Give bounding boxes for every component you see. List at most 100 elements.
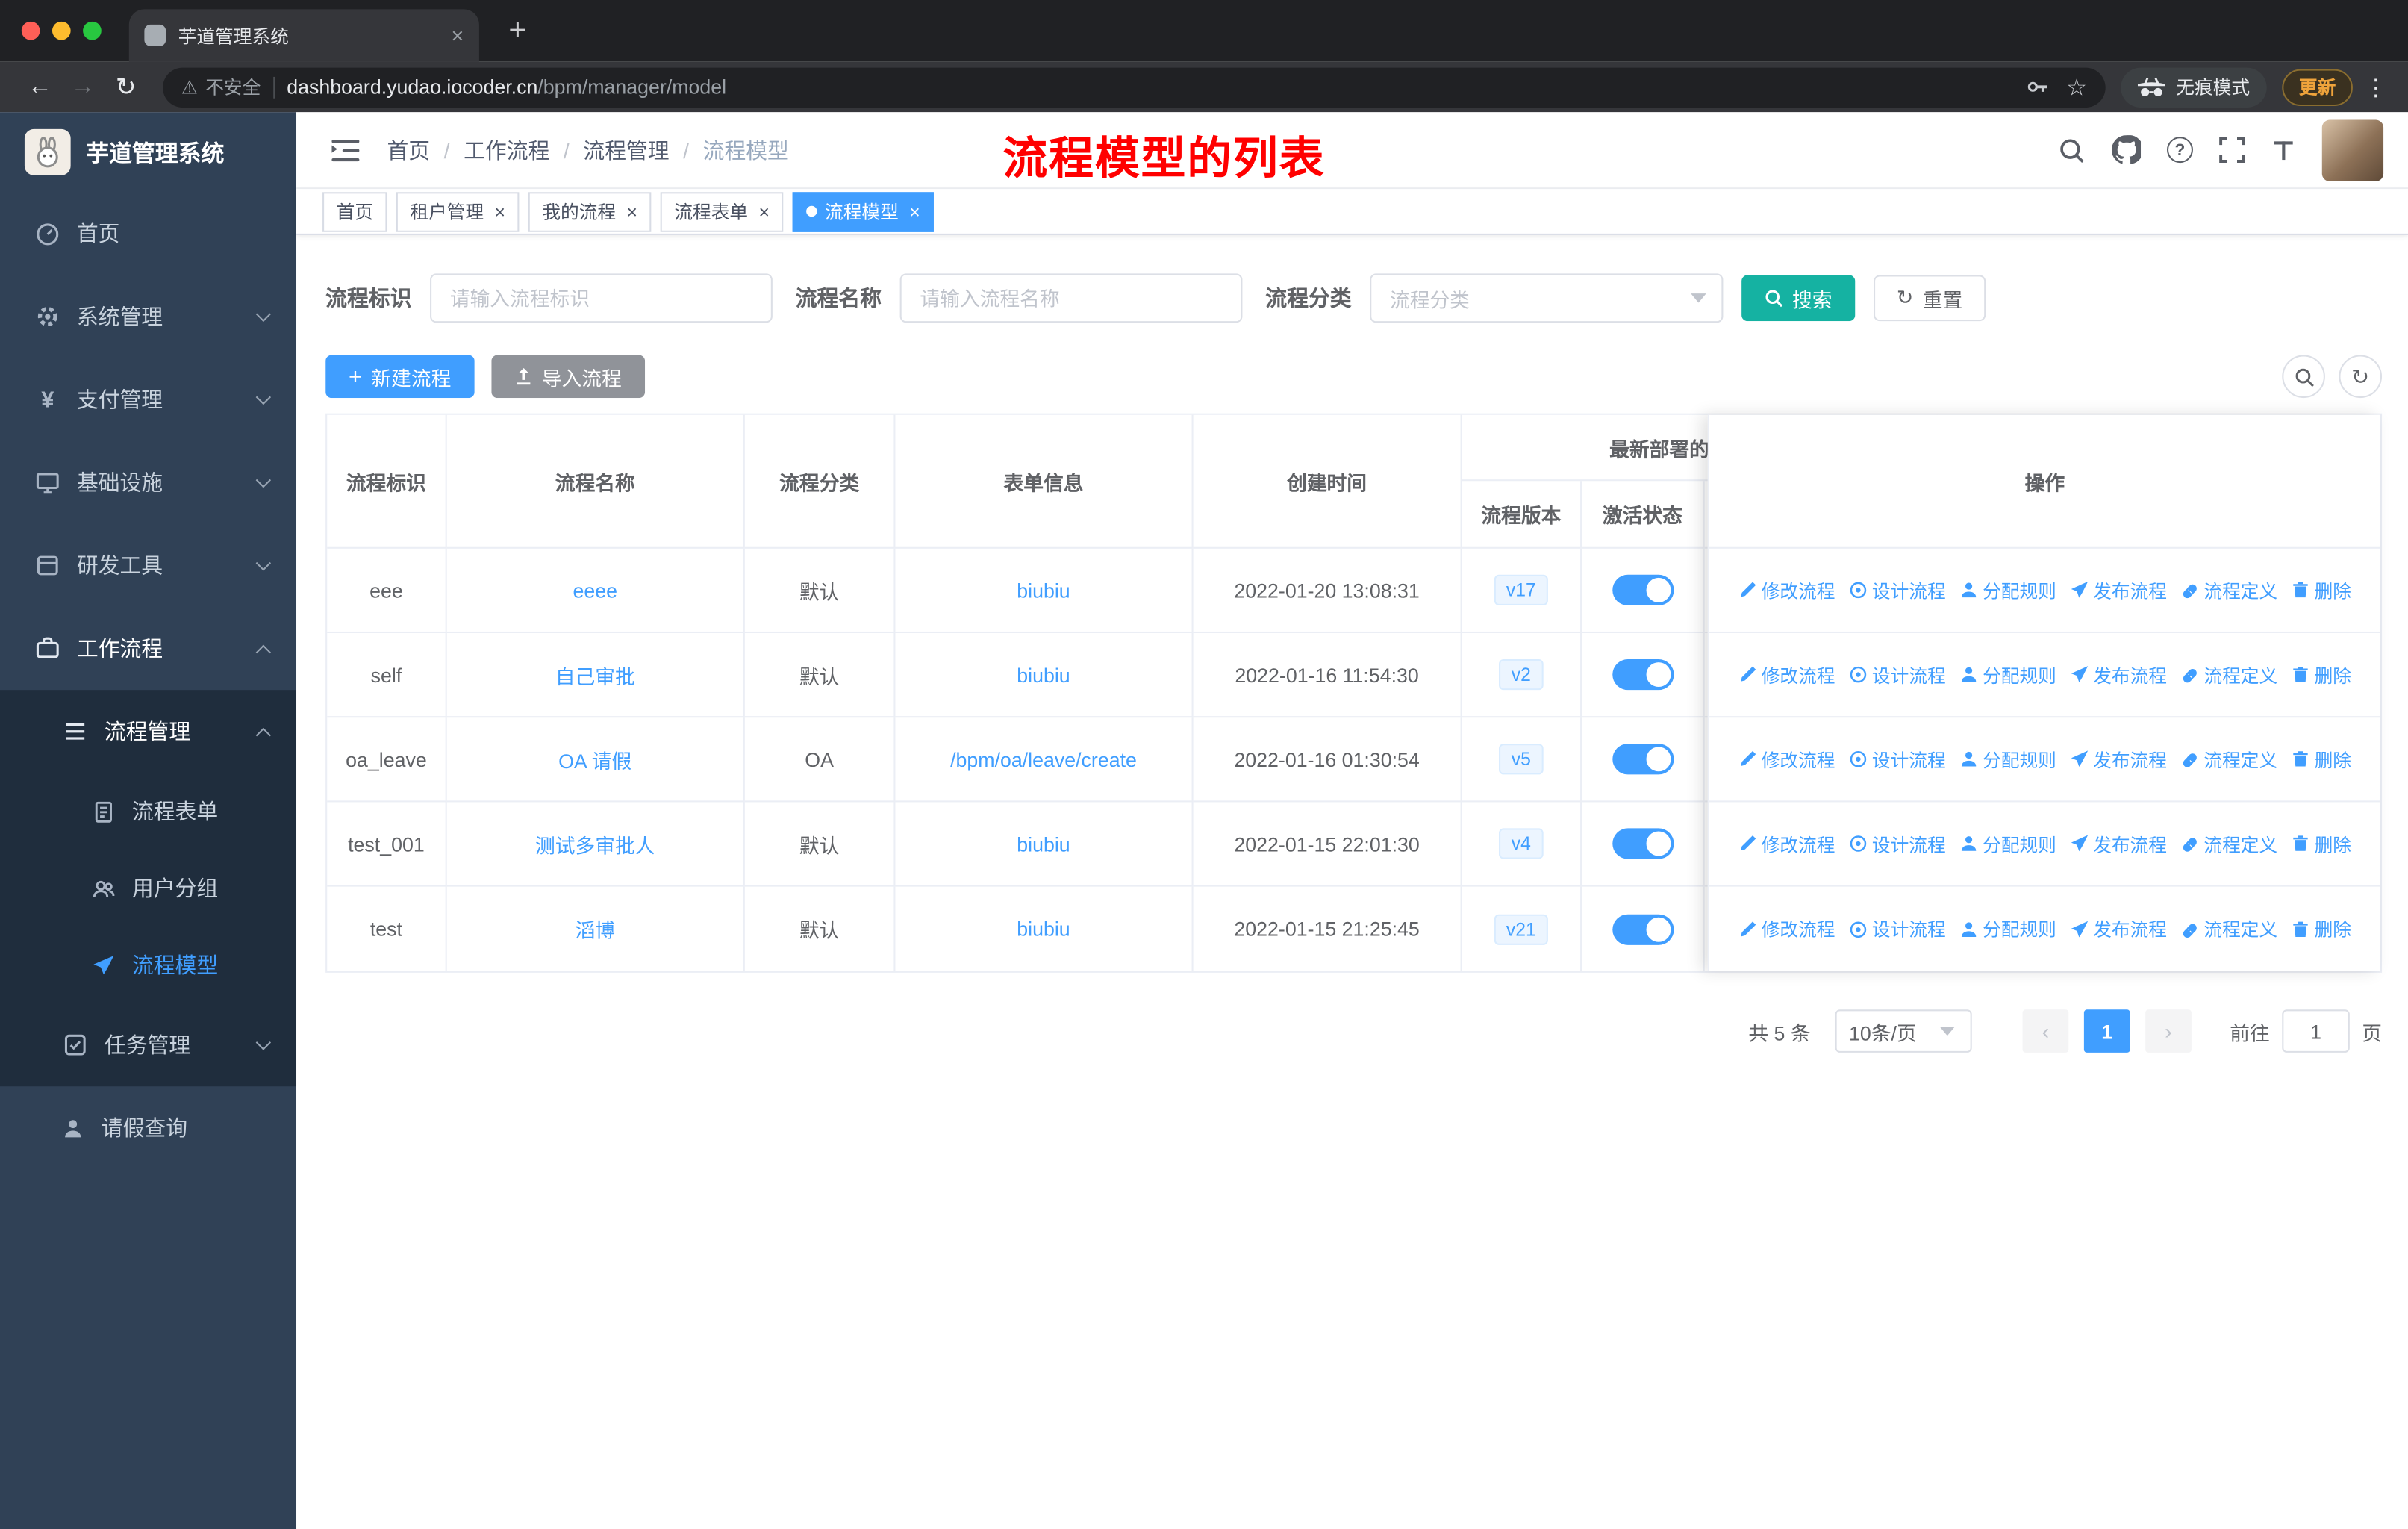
search-icon[interactable] — [2058, 136, 2086, 164]
new-tab-button[interactable]: + — [498, 13, 537, 48]
process-name-link[interactable]: 自己审批 — [555, 660, 635, 689]
process-category-select[interactable]: 流程分类 — [1370, 273, 1724, 323]
publish-process-button[interactable]: 发布流程 — [2070, 831, 2167, 857]
fullscreen-icon[interactable] — [2219, 137, 2245, 163]
process-name-link[interactable]: 滔博 — [575, 915, 615, 944]
breadcrumb-workflow[interactable]: 工作流程 — [464, 134, 549, 165]
assign-rule-button[interactable]: 分配规则 — [1959, 746, 2056, 772]
delete-process-button[interactable]: 删除 — [2292, 746, 2351, 772]
form-link[interactable]: biubiu — [1017, 832, 1070, 856]
publish-process-button[interactable]: 发布流程 — [2070, 661, 2167, 688]
process-definition-button[interactable]: 流程定义 — [2181, 577, 2277, 603]
active-toggle[interactable] — [1612, 828, 1674, 859]
delete-process-button[interactable]: 删除 — [2292, 831, 2351, 857]
process-definition-button[interactable]: 流程定义 — [2181, 661, 2277, 688]
process-name-input[interactable] — [899, 273, 1243, 323]
form-link[interactable]: /bpm/oa/leave/create — [950, 747, 1137, 770]
form-link[interactable]: biubiu — [1017, 663, 1070, 686]
goto-page-input[interactable] — [2282, 1009, 2350, 1053]
design-process-button[interactable]: 设计流程 — [1849, 916, 1946, 942]
tab-my-process[interactable]: 我的流程 × — [528, 191, 652, 231]
design-process-button[interactable]: 设计流程 — [1849, 746, 1946, 772]
publish-process-button[interactable]: 发布流程 — [2070, 577, 2167, 603]
design-process-button[interactable]: 设计流程 — [1849, 577, 1946, 603]
active-toggle[interactable] — [1612, 744, 1674, 775]
page-size-select[interactable]: 10条/页 — [1835, 1009, 1972, 1053]
publish-process-button[interactable]: 发布流程 — [2070, 746, 2167, 772]
minimize-window-button[interactable] — [52, 21, 71, 40]
browser-menu-icon[interactable]: ⋮ — [2362, 73, 2389, 101]
bookmark-star-icon[interactable]: ☆ — [2066, 73, 2087, 101]
password-key-icon[interactable] — [2025, 75, 2048, 99]
close-window-button[interactable] — [21, 21, 40, 40]
edit-process-button[interactable]: 修改流程 — [1738, 746, 1835, 772]
edit-process-button[interactable]: 修改流程 — [1738, 661, 1835, 688]
browser-tab[interactable]: 芋道管理系统 × — [128, 9, 479, 62]
sidebar-item-task-management[interactable]: 任务管理 — [0, 1003, 296, 1086]
sidebar-item-process-management[interactable]: 流程管理 — [0, 690, 296, 773]
import-process-button[interactable]: 导入流程 — [490, 355, 645, 399]
process-name-link[interactable]: OA 请假 — [558, 744, 631, 773]
search-button[interactable]: 搜索 — [1741, 275, 1856, 322]
delete-process-button[interactable]: 删除 — [2292, 916, 2351, 942]
sidebar-item-workflow[interactable]: 工作流程 — [0, 607, 296, 690]
reload-button[interactable]: ↻ — [105, 72, 148, 102]
assign-rule-button[interactable]: 分配规则 — [1959, 661, 2056, 688]
next-page-button[interactable]: › — [2145, 1009, 2192, 1053]
toggle-search-button[interactable] — [2282, 355, 2325, 399]
edit-process-button[interactable]: 修改流程 — [1738, 577, 1835, 603]
maximize-window-button[interactable] — [83, 21, 102, 40]
active-toggle[interactable] — [1612, 659, 1674, 691]
design-process-button[interactable]: 设计流程 — [1849, 661, 1946, 688]
process-definition-button[interactable]: 流程定义 — [2181, 916, 2277, 942]
sidebar-item-home[interactable]: 首页 — [0, 192, 296, 275]
sidebar-item-user-group[interactable]: 用户分组 — [0, 850, 296, 927]
edit-process-button[interactable]: 修改流程 — [1738, 831, 1835, 857]
active-toggle[interactable] — [1612, 574, 1674, 605]
tab-tenant-mgmt[interactable]: 租户管理 × — [396, 191, 520, 231]
sidebar-fold-icon[interactable] — [331, 137, 360, 162]
form-link[interactable]: biubiu — [1017, 579, 1070, 602]
delete-process-button[interactable]: 删除 — [2292, 661, 2351, 688]
close-tab-icon[interactable]: × — [627, 201, 637, 222]
edit-process-button[interactable]: 修改流程 — [1738, 916, 1835, 942]
sidebar-item-process-form[interactable]: 流程表单 — [0, 773, 296, 850]
sidebar-item-system[interactable]: 系统管理 — [0, 275, 296, 358]
tab-process-form[interactable]: 流程表单 × — [660, 191, 784, 231]
process-name-link[interactable]: 测试多审批人 — [535, 829, 655, 858]
process-definition-button[interactable]: 流程定义 — [2181, 831, 2277, 857]
create-process-button[interactable]: + 新建流程 — [325, 355, 475, 399]
reset-button[interactable]: ↻ 重置 — [1874, 275, 1986, 322]
page-number-1[interactable]: 1 — [2083, 1009, 2130, 1053]
breadcrumb-home[interactable]: 首页 — [387, 134, 430, 165]
back-button[interactable]: ← — [19, 73, 62, 101]
prev-page-button[interactable]: ‹ — [2022, 1009, 2069, 1053]
user-avatar[interactable] — [2321, 119, 2384, 181]
process-name-link[interactable]: eeee — [573, 579, 617, 602]
assign-rule-button[interactable]: 分配规则 — [1959, 831, 2056, 857]
sidebar-item-payment[interactable]: ¥ 支付管理 — [0, 358, 296, 441]
tab-home[interactable]: 首页 — [322, 191, 387, 231]
github-icon[interactable] — [2111, 135, 2142, 164]
sidebar-item-process-model[interactable]: 流程模型 — [0, 927, 296, 1003]
assign-rule-button[interactable]: 分配规则 — [1959, 577, 2056, 603]
forward-button[interactable]: → — [61, 73, 105, 101]
font-size-icon[interactable] — [2271, 137, 2296, 162]
assign-rule-button[interactable]: 分配规则 — [1959, 916, 2056, 942]
sidebar-item-devtools[interactable]: 研发工具 — [0, 524, 296, 607]
refresh-table-button[interactable]: ↻ — [2339, 355, 2383, 399]
tab-process-model[interactable]: 流程模型 × — [792, 191, 935, 231]
publish-process-button[interactable]: 发布流程 — [2070, 916, 2167, 942]
process-id-input[interactable] — [430, 273, 773, 323]
design-process-button[interactable]: 设计流程 — [1849, 831, 1946, 857]
breadcrumb-process-mgmt[interactable]: 流程管理 — [583, 134, 669, 165]
active-toggle[interactable] — [1612, 913, 1674, 944]
browser-update-button[interactable]: 更新 — [2282, 68, 2353, 105]
sidebar-item-infrastructure[interactable]: 基础设施 — [0, 441, 296, 524]
app-logo[interactable]: 芋道管理系统 — [0, 112, 296, 192]
tab-close-icon[interactable]: × — [451, 23, 464, 48]
process-definition-button[interactable]: 流程定义 — [2181, 746, 2277, 772]
close-tab-icon[interactable]: × — [759, 201, 770, 222]
sidebar-item-leave-query[interactable]: 请假查询 — [0, 1086, 296, 1169]
security-indicator[interactable]: ⚠ 不安全 — [181, 74, 261, 100]
